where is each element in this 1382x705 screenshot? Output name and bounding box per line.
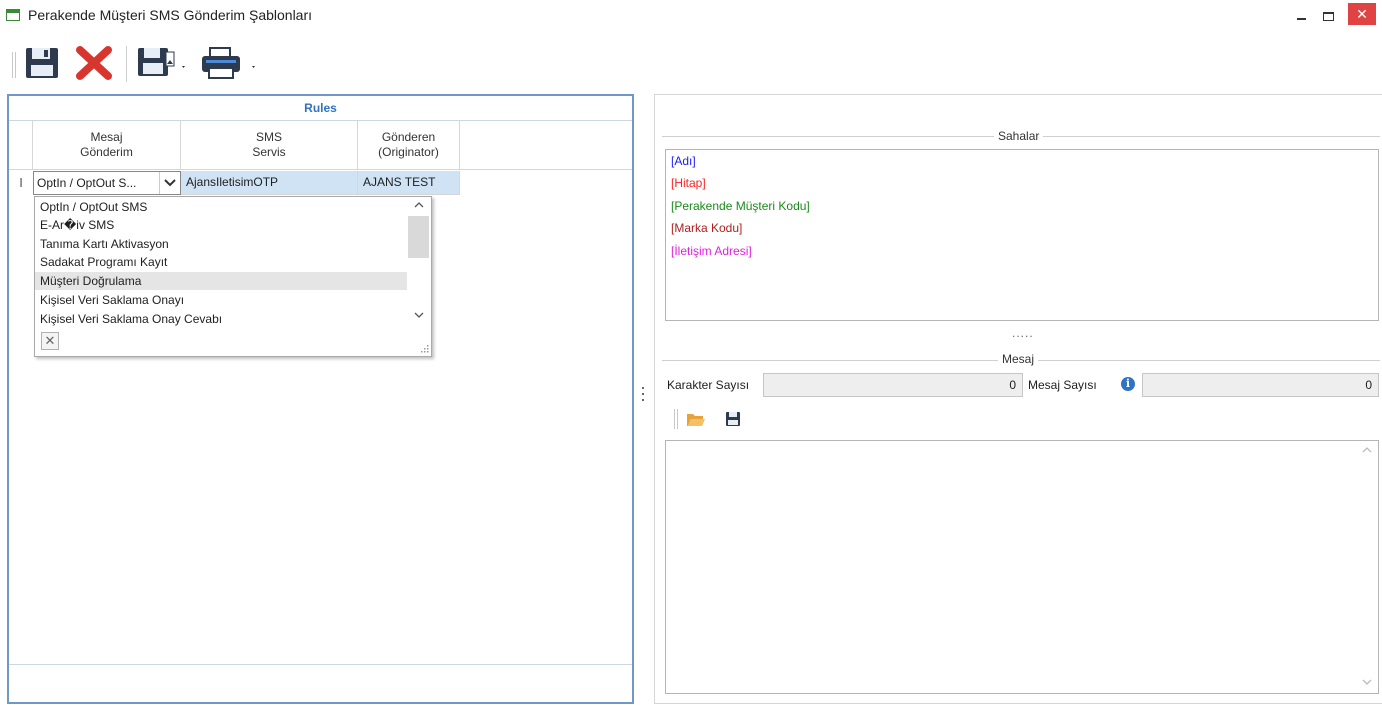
toolbar-separator	[126, 46, 127, 82]
message-toolbar-grip[interactable]	[674, 409, 678, 429]
row-indicator: I	[9, 171, 34, 195]
toolbar-grip[interactable]	[12, 52, 16, 78]
combo-dropdown-button[interactable]	[159, 172, 180, 194]
column-header-line2: (Originator)	[378, 145, 439, 159]
dropdown-option[interactable]: Kişisel Veri Saklama Onayı	[38, 291, 406, 309]
mesaj-group-title: Mesaj	[998, 352, 1039, 366]
field-iletisim-adresi[interactable]: [İletişim Adresi]	[671, 240, 752, 262]
save-as-icon	[138, 48, 185, 76]
field-hitap[interactable]: [Hitap]	[671, 172, 706, 194]
dropdown-option[interactable]: OptIn / OptOut SMS	[38, 198, 406, 216]
column-header-line1: SMS	[255, 130, 282, 144]
column-header-empty	[460, 121, 632, 170]
scroll-arrows-icon	[1362, 447, 1372, 685]
save-icon	[26, 48, 58, 78]
minimize-button[interactable]	[1294, 4, 1310, 26]
column-header-sms[interactable]: SMS Servis	[181, 121, 358, 170]
close-button[interactable]: ✕	[1348, 3, 1376, 25]
sahalar-list[interactable]	[665, 149, 1379, 321]
save-as-button[interactable]	[136, 44, 188, 82]
dropdown-close-button[interactable]: ✕	[41, 332, 59, 350]
column-header-originator[interactable]: Gönderen (Originator)	[358, 121, 460, 170]
originator-cell[interactable]: AJANS TEST	[358, 171, 460, 195]
save-button[interactable]	[24, 44, 60, 82]
textarea-scrollbar[interactable]	[1358, 442, 1376, 692]
resize-grip-icon[interactable]	[418, 342, 430, 354]
karakter-sayisi-label: Karakter Sayısı	[667, 378, 750, 392]
column-header-line1: Mesaj	[90, 130, 123, 144]
field-adi[interactable]: [Adı]	[671, 150, 696, 172]
dropdown-option[interactable]: Kişisel Veri Saklama Onay Cevabı	[38, 310, 406, 328]
maximize-button[interactable]	[1320, 4, 1338, 26]
field-perakende-musteri-kodu[interactable]: [Perakende Müşteri Kodu]	[671, 195, 810, 217]
field-marka-kodu[interactable]: [Marka Kodu]	[671, 217, 742, 239]
mesaj-sayisi-label: Mesaj Sayısı	[1028, 378, 1097, 392]
folder-open-icon	[687, 414, 705, 426]
column-header-mesaj[interactable]: Mesaj Gönderim	[33, 121, 181, 170]
delete-icon	[76, 46, 112, 80]
print-button[interactable]	[200, 44, 262, 82]
sms-servis-cell[interactable]: AjansIletisimOTP	[181, 171, 358, 195]
karakter-sayisi-field: 0	[763, 373, 1023, 397]
info-icon[interactable]: i	[1121, 377, 1135, 391]
chevron-down-icon	[164, 179, 176, 187]
column-header-line1: Gönderen	[381, 130, 436, 144]
sahalar-group-title: Sahalar	[994, 129, 1044, 143]
open-file-button[interactable]	[686, 410, 706, 428]
delete-button[interactable]	[74, 44, 114, 82]
dropdown-option-highlighted[interactable]: Müşteri Doğrulama	[35, 272, 407, 290]
window-title: Perakende Müşteri SMS Gönderim Şablonlar…	[28, 7, 313, 23]
dropdown-option[interactable]: Tanıma Kartı Aktivasyon	[38, 235, 406, 253]
save-message-button[interactable]	[724, 410, 742, 428]
vertical-splitter-handle[interactable]: .....	[1012, 326, 1034, 340]
rules-title: Rules	[9, 96, 632, 121]
dropdown-option[interactable]: Sadakat Programı Kayıt	[38, 253, 406, 271]
row-header-corner	[9, 121, 33, 170]
scrollbar-thumb[interactable]	[408, 216, 429, 258]
message-body-textarea[interactable]	[665, 440, 1379, 694]
panel-splitter[interactable]	[640, 384, 646, 404]
window-icon	[6, 9, 20, 21]
mesaj-sayisi-field: 0	[1142, 373, 1379, 397]
save-icon	[726, 412, 740, 426]
dropdown-option[interactable]: E-Ar�iv SMS	[38, 216, 406, 234]
column-header-line2: Servis	[252, 145, 286, 159]
column-header-line2: Gönderim	[80, 145, 133, 159]
print-icon	[202, 47, 255, 79]
grid-footer-divider	[9, 664, 632, 665]
